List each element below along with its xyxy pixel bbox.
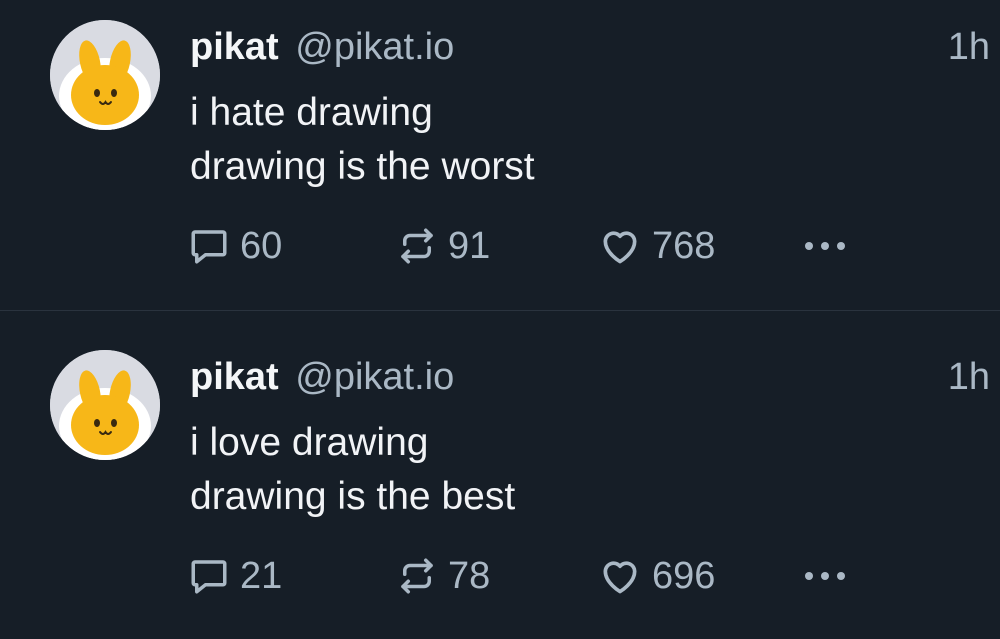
post[interactable]: pikat @pikat.io 1h i love drawing drawin… bbox=[0, 330, 1000, 639]
post-actions: 60 91 768 bbox=[188, 220, 888, 272]
post-timestamp[interactable]: 1h bbox=[948, 352, 990, 402]
repost-arrows-icon bbox=[396, 555, 438, 597]
post-text-line: drawing is the worst bbox=[190, 145, 535, 188]
post-text: i love drawing drawing is the best bbox=[190, 416, 515, 524]
repost-button[interactable]: 91 bbox=[396, 220, 490, 272]
post-header: pikat @pikat.io bbox=[190, 352, 454, 402]
more-dots-icon bbox=[803, 570, 847, 582]
avatar[interactable] bbox=[50, 350, 160, 460]
author-name[interactable]: pikat bbox=[190, 356, 279, 398]
post-text-line: i love drawing bbox=[190, 421, 429, 464]
more-dots-icon bbox=[803, 240, 847, 252]
post-divider bbox=[0, 310, 1000, 311]
avatar[interactable] bbox=[50, 20, 160, 130]
post-header: pikat @pikat.io bbox=[190, 22, 454, 72]
more-options-button[interactable] bbox=[803, 550, 847, 602]
author-handle[interactable]: @pikat.io bbox=[295, 26, 454, 68]
like-button[interactable]: 768 bbox=[598, 220, 715, 272]
like-count: 768 bbox=[652, 224, 716, 267]
yellow-bunny-avatar-icon bbox=[50, 350, 160, 460]
post-text: i hate drawing drawing is the worst bbox=[190, 86, 535, 194]
post[interactable]: pikat @pikat.io 1h i hate drawing drawin… bbox=[0, 0, 1000, 309]
reply-count: 21 bbox=[240, 554, 283, 597]
reply-button[interactable]: 21 bbox=[188, 550, 282, 602]
post-text-line: drawing is the best bbox=[190, 475, 516, 518]
post-timestamp[interactable]: 1h bbox=[948, 22, 990, 72]
like-button[interactable]: 696 bbox=[598, 550, 715, 602]
speech-bubble-icon bbox=[188, 225, 230, 267]
author-name[interactable]: pikat bbox=[190, 26, 279, 68]
reply-button[interactable]: 60 bbox=[188, 220, 282, 272]
post-actions: 21 78 696 bbox=[188, 550, 888, 602]
heart-icon bbox=[598, 554, 642, 598]
repost-button[interactable]: 78 bbox=[396, 550, 490, 602]
speech-bubble-icon bbox=[188, 555, 230, 597]
reply-count: 60 bbox=[240, 224, 283, 267]
like-count: 696 bbox=[652, 554, 716, 597]
post-text-line: i hate drawing bbox=[190, 91, 433, 134]
heart-icon bbox=[598, 224, 642, 268]
yellow-bunny-avatar-icon bbox=[50, 20, 160, 130]
more-options-button[interactable] bbox=[803, 220, 847, 272]
repost-count: 91 bbox=[448, 224, 491, 267]
post-feed: pikat @pikat.io 1h i hate drawing drawin… bbox=[0, 0, 1000, 619]
repost-arrows-icon bbox=[396, 225, 438, 267]
repost-count: 78 bbox=[448, 554, 491, 597]
author-handle[interactable]: @pikat.io bbox=[295, 356, 454, 398]
